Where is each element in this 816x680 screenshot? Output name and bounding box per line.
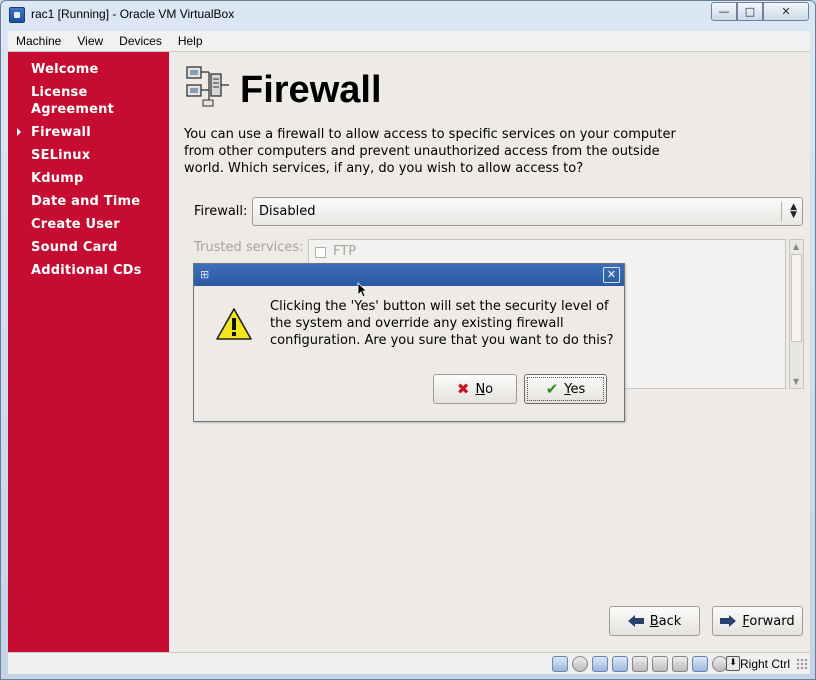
warning-icon	[216, 308, 252, 340]
firewall-label: Firewall:	[194, 204, 248, 219]
host-key-label: Right Ctrl	[739, 657, 790, 671]
host-key-icon: ⬇	[726, 656, 740, 671]
no-button[interactable]: ✖ No	[433, 374, 517, 404]
virtualbox-window: rac1 [Running] - Oracle VM VirtualBox — …	[0, 0, 816, 680]
window-controls: — □ ✕	[711, 2, 809, 21]
back-button[interactable]: Back	[609, 606, 700, 636]
dialog-title-bar[interactable]: ⊞ ✕	[194, 264, 624, 286]
sidebar-item-additional-cds: Additional CDs	[31, 263, 142, 278]
scroll-down-icon[interactable]: ▼	[793, 377, 799, 386]
back-button-label: Back	[649, 613, 682, 629]
title-bar[interactable]: rac1 [Running] - Oracle VM VirtualBox — …	[1, 1, 815, 29]
guest-additions-icon[interactable]	[692, 656, 708, 672]
firewall-network-icon	[186, 66, 229, 107]
arrow-left-icon	[627, 615, 644, 627]
resize-grip-icon[interactable]	[796, 658, 808, 670]
network-icon[interactable]	[612, 656, 628, 672]
current-step-arrow-icon	[17, 128, 21, 136]
menu-help[interactable]: Help	[170, 31, 211, 51]
firewall-select-value: Disabled	[259, 204, 316, 219]
menu-devices[interactable]: Devices	[111, 31, 170, 51]
forward-button[interactable]: Forward	[712, 606, 803, 636]
services-scrollbar[interactable]: ▲ ▼	[789, 239, 804, 389]
sidebar-item-license-agreement: License Agreement	[31, 85, 115, 117]
scroll-up-icon[interactable]: ▲	[793, 242, 799, 251]
ftp-checkbox[interactable]	[315, 247, 326, 258]
dialog-close-icon[interactable]: ✕	[603, 267, 620, 283]
sidebar-item-selinux: SELinux	[31, 148, 91, 163]
scroll-thumb[interactable]	[791, 254, 802, 342]
shared-folders-icon[interactable]	[632, 656, 648, 672]
yes-button-label: Yes	[564, 381, 586, 397]
yes-button[interactable]: ✔ Yes	[524, 374, 607, 404]
menu-machine[interactable]: Machine	[8, 31, 69, 51]
sidebar-item-firewall: Firewall	[31, 125, 91, 140]
device-icons	[552, 656, 728, 672]
forward-button-label: Forward	[742, 613, 795, 629]
menu-bar: Machine View Devices Help	[8, 31, 810, 52]
checkmark-icon: ✔	[545, 379, 559, 398]
select-separator	[781, 202, 782, 221]
virtualbox-app-icon	[9, 7, 25, 23]
sidebar-item-welcome: Welcome	[31, 62, 99, 77]
service-name-ftp: FTP	[333, 244, 357, 259]
dialog-message: Clicking the 'Yes' button will set the s…	[270, 299, 614, 348]
arrow-right-icon	[720, 615, 737, 627]
updown-arrows-icon: ▲ ▼	[790, 202, 797, 220]
sidebar-item-sound-card: Sound Card	[31, 240, 118, 255]
display-icon[interactable]	[652, 656, 668, 672]
video-capture-icon[interactable]	[672, 656, 688, 672]
window-title: rac1 [Running] - Oracle VM VirtualBox	[31, 7, 235, 21]
firewall-description: You can use a firewall to allow access t…	[184, 127, 676, 176]
dialog-app-icon: ⊞	[200, 268, 210, 281]
firewall-select[interactable]: Disabled ▲ ▼	[252, 197, 803, 226]
sidebar-item-date-and-time: Date and Time	[31, 194, 141, 209]
menu-view[interactable]: View	[69, 31, 111, 51]
cancel-x-icon: ✖	[456, 379, 470, 398]
guest-screen[interactable]: Welcome License Agreement Firewall SELin…	[8, 52, 810, 652]
close-window-button[interactable]: ✕	[763, 2, 809, 21]
installer-sidebar: Welcome License Agreement Firewall SELin…	[8, 52, 169, 652]
page-title: Firewall	[240, 69, 382, 111]
confirm-dialog: ⊞ ✕ Clicking the 'Yes' button will set t…	[193, 263, 625, 422]
minimize-button[interactable]: —	[711, 2, 737, 21]
trusted-services-label: Trusted services:	[194, 240, 304, 255]
sidebar-item-create-user: Create User	[31, 217, 120, 232]
status-bar: ⬇ Right Ctrl	[8, 652, 810, 674]
no-button-label: No	[475, 381, 494, 397]
sidebar-item-kdump: Kdump	[31, 171, 84, 186]
optical-drive-icon[interactable]	[572, 656, 588, 672]
usb-icon[interactable]	[592, 656, 608, 672]
mouse-cursor-icon	[357, 282, 367, 298]
maximize-button[interactable]: □	[737, 2, 763, 21]
hard-disk-icon[interactable]	[552, 656, 568, 672]
